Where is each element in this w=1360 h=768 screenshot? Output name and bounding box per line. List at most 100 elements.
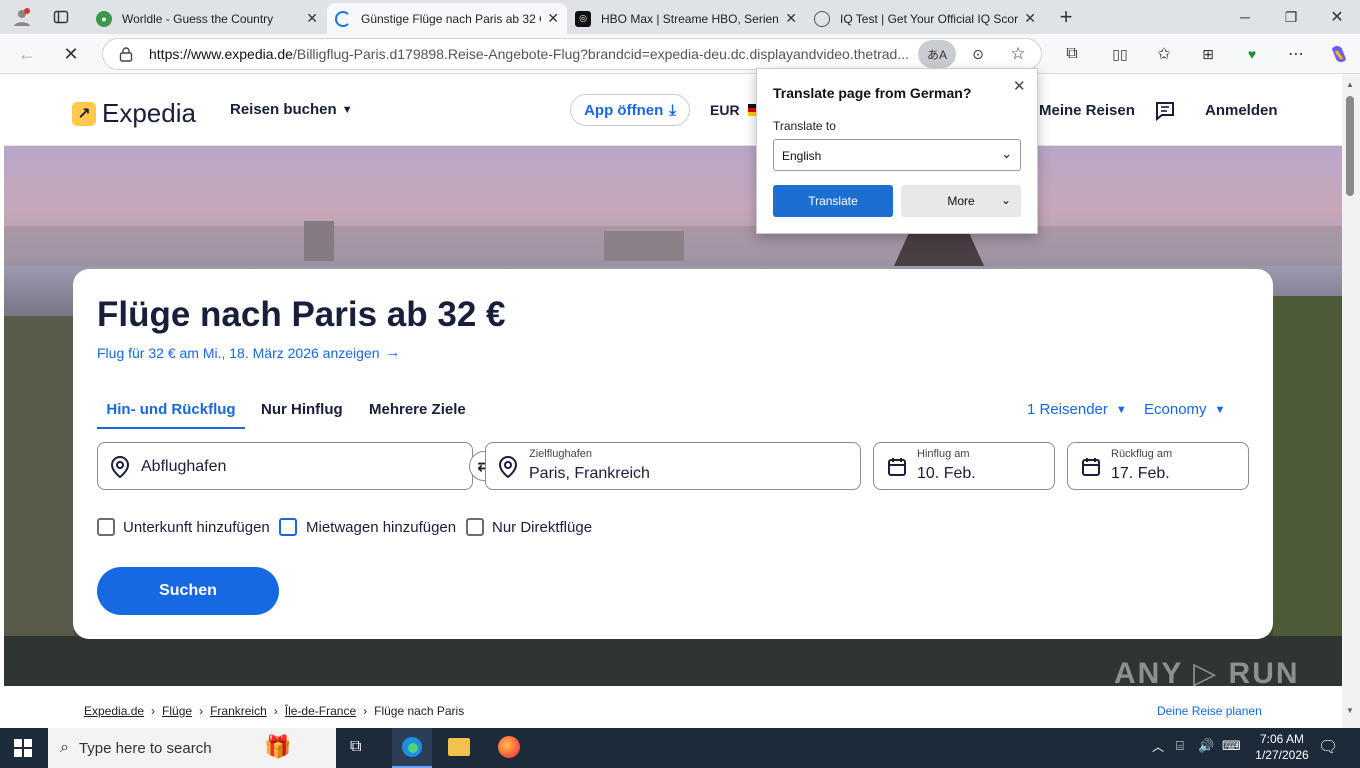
network-icon[interactable]: ⌸ [1176, 738, 1184, 754]
chevron-right-icon: › [151, 704, 156, 718]
breadcrumb-link[interactable]: Flüge [162, 704, 192, 718]
url-field[interactable]: https://www.expedia.de/Billigflug-Paris.… [102, 38, 1042, 70]
scroll-up-icon[interactable]: ▲ [1346, 80, 1354, 89]
settings-more-icon[interactable]: ⋯ [1284, 42, 1308, 66]
chat-icon[interactable] [1154, 100, 1176, 122]
close-tab-icon[interactable]: ✕ [306, 10, 318, 27]
tray-chevron-icon[interactable]: ︿ [1152, 738, 1164, 755]
firefox-icon[interactable] [498, 736, 520, 758]
translate-button[interactable]: Translate [773, 185, 893, 217]
url-path: /Billigflug-Paris.d179898.Reise-Angebote… [292, 46, 909, 62]
favorites-icon[interactable]: ✩ [1152, 42, 1176, 66]
tab-hbo[interactable]: ◎ HBO Max | Streame HBO, Serien, F ✕ [567, 3, 805, 34]
browser-essentials-icon[interactable]: ♥ [1240, 42, 1264, 66]
taskbar-search-box[interactable]: ⌕ Type here to search 🎁 [48, 728, 336, 768]
meine-reisen-link[interactable]: Meine Reisen [1039, 102, 1135, 119]
stop-loading-icon[interactable]: ✕ [58, 42, 84, 66]
back-icon[interactable]: ← [14, 42, 40, 66]
gift-decoration-icon: 🎁 [264, 734, 292, 759]
tab-nur-hinflug[interactable]: Nur Hinflug [261, 401, 343, 418]
close-tab-icon[interactable]: ✕ [785, 10, 797, 27]
travelers-selector[interactable]: 1 Reisender ▼ [1027, 401, 1127, 418]
copilot-icon[interactable] [1326, 41, 1352, 67]
new-tab-icon[interactable]: + [1052, 4, 1080, 29]
anmelden-link[interactable]: Anmelden [1205, 102, 1278, 119]
hbo-favicon-icon: ◎ [575, 10, 591, 27]
tab-title: HBO Max | Streame HBO, Serien, F [601, 11, 780, 26]
cabin-selector[interactable]: Economy ▼ [1144, 401, 1225, 418]
taskbar-search-placeholder: Type here to search [78, 739, 212, 757]
travelers-label: 1 Reisender [1027, 401, 1108, 418]
favorite-star-icon[interactable]: ☆ [1006, 42, 1030, 66]
chevron-down-icon: ▼ [1115, 403, 1127, 416]
tab-title: Worldle - Guess the Country [122, 11, 274, 26]
breadcrumb: Expedia.de › Flüge › Frankreich › Île-de… [84, 704, 464, 718]
site-info-icon[interactable] [116, 44, 136, 64]
clock-time: 7:06 AM [1259, 732, 1305, 746]
unterkunft-checkbox[interactable] [97, 518, 115, 536]
tab-expedia[interactable]: Günstige Flüge nach Paris ab 32 € ✕ [327, 3, 567, 34]
volume-icon[interactable]: 🔊 [1198, 738, 1214, 754]
currency-selector[interactable]: EUR [710, 102, 762, 118]
extensions-icon[interactable]: ⧉ [1060, 42, 1084, 66]
origin-field[interactable]: Abflughafen [97, 442, 473, 490]
close-window-icon[interactable]: ✕ [1322, 5, 1352, 29]
breadcrumb-link[interactable]: Île-de-France [285, 704, 356, 718]
collections-icon[interactable]: ⊞ [1196, 42, 1220, 66]
tab-hin-rueckflug[interactable]: Hin- und Rückflug [97, 389, 245, 429]
breadcrumb-link[interactable]: Frankreich [210, 704, 267, 718]
close-tab-icon[interactable]: ✕ [1024, 10, 1036, 27]
notification-icon[interactable]: 🗨 [1318, 737, 1338, 757]
tab-title: IQ Test | Get Your Official IQ Score [840, 11, 1019, 26]
return-label: Rückflug am [1111, 448, 1173, 460]
minimize-icon[interactable]: ─ [1230, 5, 1260, 29]
tab-mehrere-ziele[interactable]: Mehrere Ziele [369, 401, 466, 418]
more-button[interactable]: More ⌄ [901, 185, 1021, 217]
scrollbar-thumb[interactable] [1346, 96, 1354, 196]
close-tab-icon[interactable]: ✕ [547, 10, 559, 27]
tab-actions-icon[interactable] [50, 6, 72, 28]
search-button[interactable]: Suchen [97, 567, 279, 615]
mietwagen-checkbox[interactable] [279, 518, 297, 536]
language-tray-icon[interactable]: ⌨ [1222, 738, 1241, 754]
read-aloud-icon[interactable]: ⊙ [966, 42, 990, 66]
language-select[interactable]: English ⌄ [773, 139, 1021, 171]
return-date-field[interactable]: Rückflug am 17. Feb. [1067, 442, 1249, 490]
breadcrumb-current: Flüge nach Paris [374, 704, 465, 718]
site-header: ↗ Expedia Reisen buchen ▼ App öffnen ⤓ E… [4, 74, 1342, 146]
page-scrollbar[interactable]: ▲ ▼ [1342, 74, 1360, 728]
direktfluege-checkbox[interactable] [466, 518, 484, 536]
address-bar-row: ← ✕ https://www.expedia.de/Billigflug-Pa… [0, 34, 1360, 74]
cheapest-flight-label: Flug für 32 € am Mi., 18. März 2026 anze… [97, 344, 380, 361]
tab-iq-test[interactable]: IQ Test | Get Your Official IQ Score ✕ [806, 3, 1044, 34]
destination-field[interactable]: Zielflughafen Paris, Frankreich [485, 442, 861, 490]
split-screen-icon[interactable]: ▯▯ [1108, 42, 1132, 66]
arrow-right-icon: → [385, 344, 401, 361]
unterkunft-label: Unterkunft hinzufügen [123, 519, 270, 536]
expedia-logo-icon: ↗ [72, 101, 96, 126]
scroll-down-icon[interactable]: ▼ [1346, 706, 1354, 715]
expedia-logo[interactable]: ↗ Expedia [72, 98, 196, 129]
language-value: English [782, 149, 822, 163]
cheapest-flight-link[interactable]: Flug für 32 € am Mi., 18. März 2026 anze… [97, 344, 400, 361]
clock-date: 1/27/2026 [1255, 748, 1309, 762]
clock[interactable]: 7:06 AM 1/27/2026 [1248, 731, 1316, 763]
close-popup-icon[interactable]: ✕ [1013, 77, 1026, 95]
url-host: https://www.expedia.de [149, 46, 293, 62]
calendar-icon [887, 457, 907, 482]
reisen-buchen-menu[interactable]: Reisen buchen ▼ [230, 101, 353, 118]
translate-icon[interactable]: あA [918, 40, 956, 68]
depart-label: Hinflug am [917, 448, 970, 460]
depart-date-field[interactable]: Hinflug am 10. Feb. [873, 442, 1055, 490]
task-view-icon[interactable]: ⧉ [350, 738, 361, 756]
app-oeffnen-button[interactable]: App öffnen ⤓ [570, 94, 690, 126]
plan-trip-link[interactable]: Deine Reise planen [1157, 704, 1262, 718]
edge-taskbar-icon[interactable] [392, 728, 432, 768]
file-explorer-icon[interactable] [448, 738, 470, 756]
profile-icon[interactable] [10, 6, 34, 28]
tab-worldle[interactable]: ● Worldle - Guess the Country ✕ [88, 3, 326, 34]
breadcrumb-link[interactable]: Expedia.de [84, 704, 144, 718]
windows-start-icon[interactable] [14, 739, 32, 757]
restore-icon[interactable]: ❐ [1276, 5, 1306, 29]
translate-popup-title: Translate page from German? [773, 85, 972, 101]
